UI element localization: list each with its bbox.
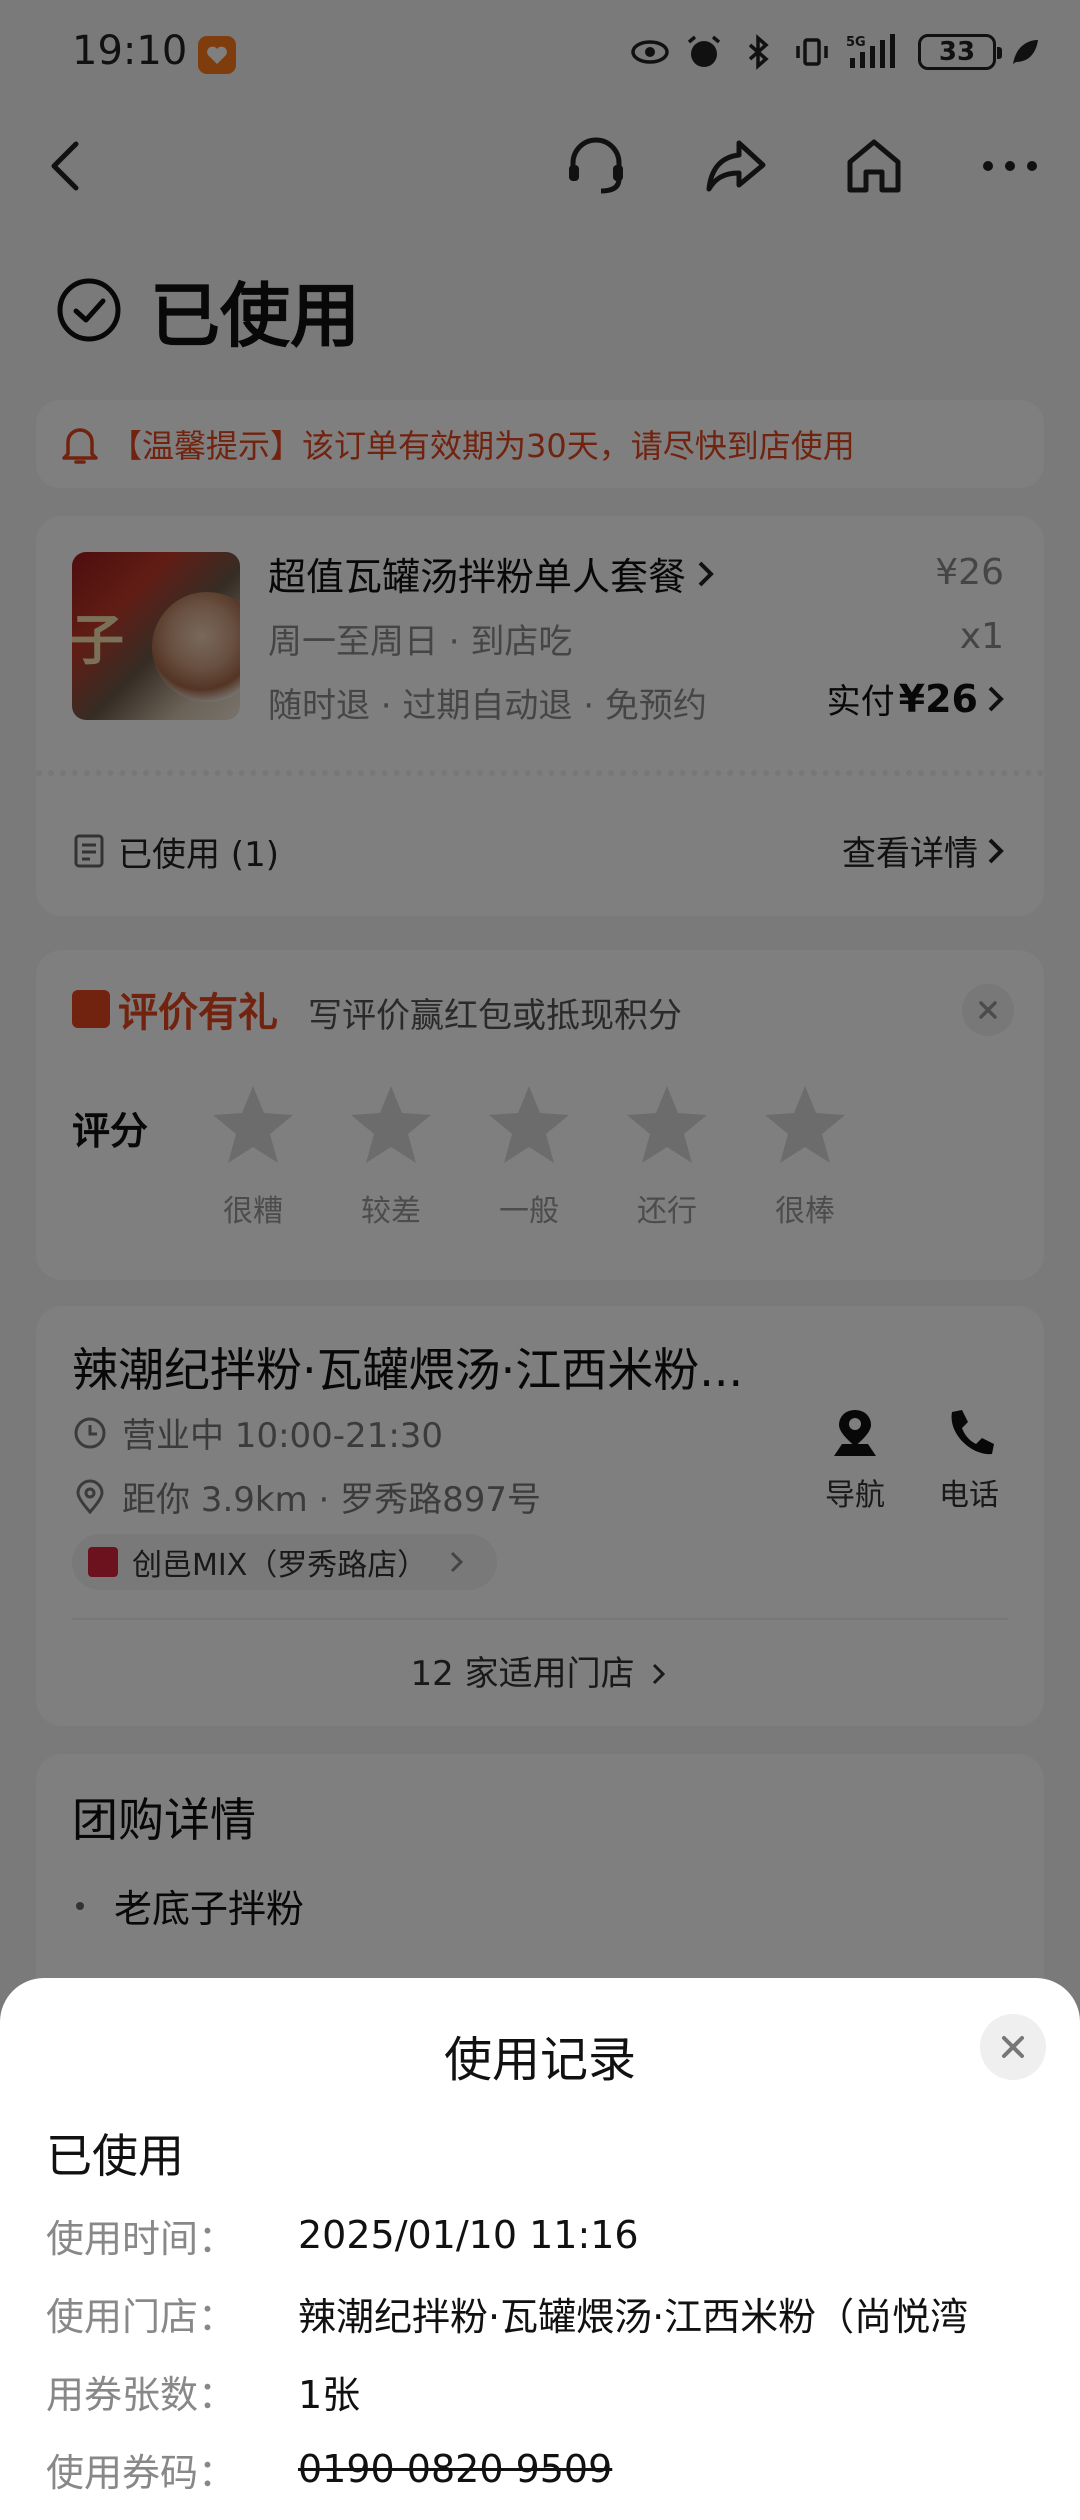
- order-detail-page: 19:10 5G 33: [0, 0, 1080, 2520]
- row-label: 使用时间：: [46, 2216, 237, 2261]
- coupon-code: 0190 0820 9509: [298, 2447, 613, 2491]
- coupon-code-row: 使用券码： 0190 0820 9509: [46, 2444, 1080, 2495]
- coupon-count: 1张: [298, 2372, 361, 2417]
- usage-status: 已使用: [46, 2129, 184, 2183]
- usage-record-sheet: 使用记录 已使用 使用时间： 2025/01/10 11:16 使用门店： 辣潮…: [0, 1978, 1080, 2520]
- close-icon: [1002, 2036, 1024, 2058]
- usage-store-row: 使用门店： 辣潮纪拌粉·瓦罐煨汤·江西米粉（尚悦湾: [46, 2288, 1080, 2339]
- row-label: 使用门店：: [46, 2294, 237, 2339]
- usage-time: 2025/01/10 11:16: [298, 2213, 639, 2257]
- usage-time-row: 使用时间： 2025/01/10 11:16: [46, 2210, 1080, 2261]
- row-label: 用券张数：: [46, 2372, 237, 2417]
- row-label: 使用券码：: [46, 2450, 237, 2495]
- sheet-title: 使用记录: [443, 2032, 636, 2088]
- usage-store: 辣潮纪拌粉·瓦罐煨汤·江西米粉（尚悦湾: [298, 2294, 969, 2339]
- sheet-close-button[interactable]: [980, 2014, 1046, 2080]
- coupon-count-row: 用券张数： 1张: [46, 2366, 1080, 2417]
